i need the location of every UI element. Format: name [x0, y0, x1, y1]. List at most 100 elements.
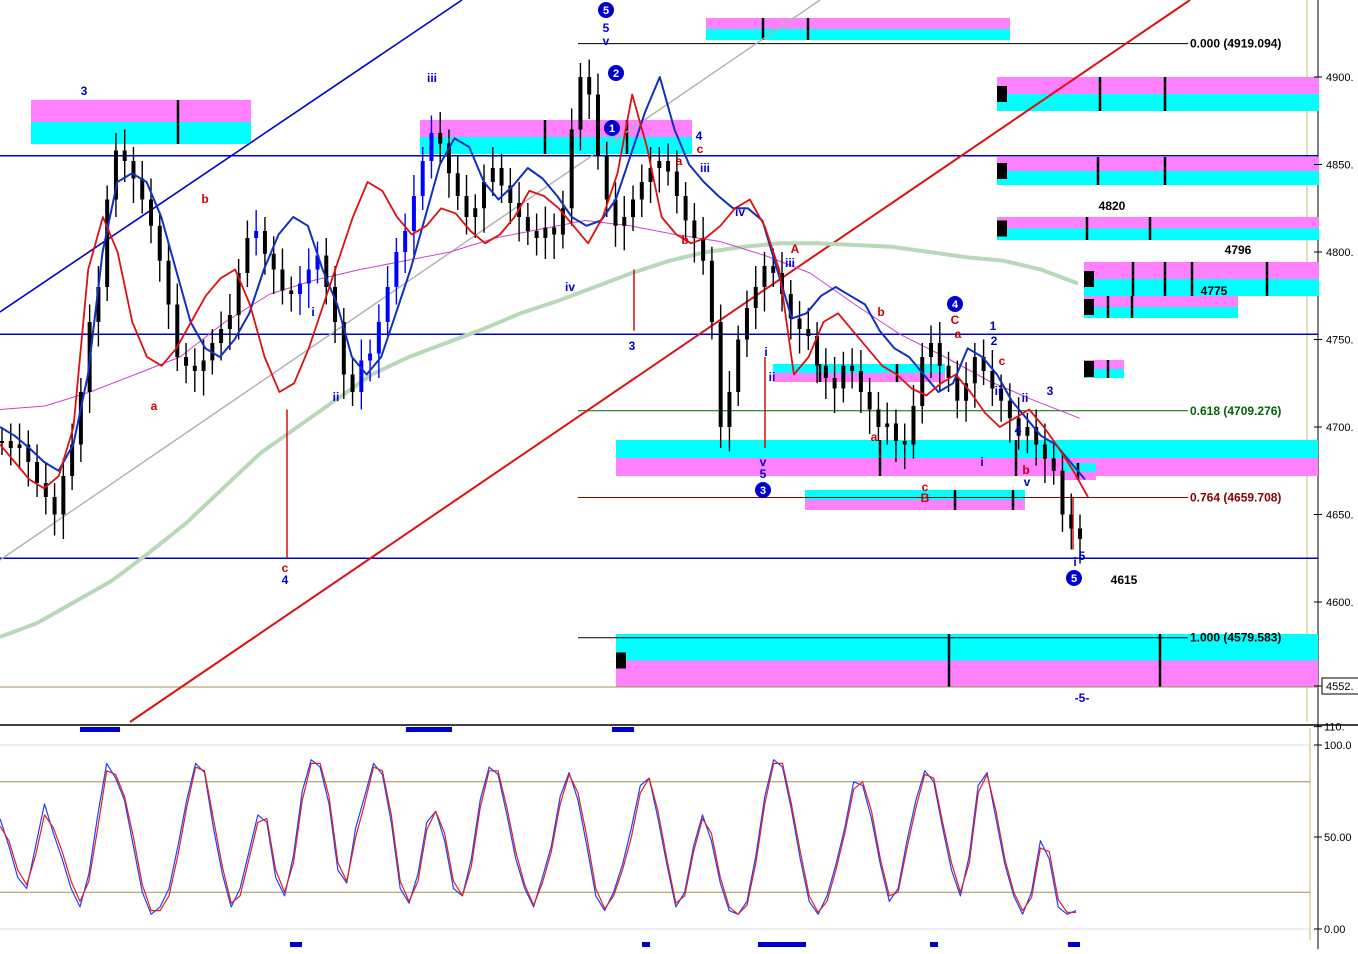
- zone-band-bottom: [805, 500, 1025, 510]
- wave-label: a: [676, 154, 683, 168]
- fib-label: 0.764 (4659.708): [1190, 491, 1281, 505]
- price-tick-label: 4750.: [1326, 335, 1354, 347]
- price-bar-body: [455, 173, 460, 196]
- price-tick-label: 4800.: [1326, 247, 1354, 259]
- elliott-wave-chart: 0.000 (4919.094) 0.618 (4709.276) 0.764 (4…: [0, 0, 1358, 949]
- price-bar-body: [1078, 528, 1082, 539]
- wave-label: 2: [991, 334, 998, 348]
- stoch-tick-label: 100.0: [1324, 740, 1352, 752]
- price-bar-body: [385, 287, 390, 322]
- price-bar-body: [219, 329, 224, 343]
- wave-label: b: [201, 192, 208, 206]
- wave-label: iii: [427, 71, 437, 85]
- price-bar-body: [245, 238, 250, 273]
- price-bar-body: [429, 133, 434, 161]
- price-bar-body: [368, 353, 373, 361]
- price-bar-body: [148, 199, 153, 226]
- wave-label: b: [681, 233, 688, 247]
- wave-label: 4: [1015, 423, 1022, 437]
- zone-band-top: [805, 490, 1025, 500]
- price-bar-body: [1025, 427, 1030, 436]
- level-label: 4820: [1099, 199, 1126, 213]
- zone-band-bottom: [616, 458, 1318, 476]
- wave-label: 3: [629, 339, 636, 353]
- price-bar-body: [955, 378, 960, 401]
- zone-band-bottom: [31, 122, 251, 144]
- wave-label: ii: [995, 384, 1002, 398]
- price-bar-body: [227, 315, 232, 329]
- wave-label: -5-: [1075, 691, 1090, 705]
- price-bar-body: [762, 266, 767, 287]
- price-bar-body: [61, 476, 66, 515]
- period-marker: [642, 942, 650, 947]
- price-bar-body: [464, 196, 469, 217]
- price-bar-body: [753, 287, 758, 308]
- wave-label: iv: [565, 280, 575, 294]
- price-bar-body: [1060, 470, 1065, 515]
- wave-label: 5: [603, 21, 610, 35]
- zone-marker: [1084, 361, 1094, 377]
- price-bar-body: [666, 161, 671, 172]
- wave-label: i: [311, 305, 314, 319]
- price-bar-body: [525, 217, 530, 231]
- zone-band-top: [420, 120, 692, 137]
- wave-label: 5: [1079, 549, 1086, 563]
- zone-marker: [997, 220, 1007, 237]
- price-bar-body: [473, 208, 478, 217]
- price-bar-body: [937, 343, 942, 366]
- price-bar-body: [885, 423, 890, 427]
- price-bar-body: [727, 392, 732, 427]
- wave-label: 3: [81, 84, 88, 98]
- price-bar-body: [893, 423, 898, 441]
- level-label: 4775: [1201, 284, 1228, 298]
- circled-wave-label: 5: [603, 5, 609, 17]
- price-bar-body: [569, 129, 574, 209]
- price-bar-body: [595, 94, 600, 156]
- price-tick-label: 4850.: [1326, 160, 1354, 172]
- level-label: 4796: [1225, 243, 1252, 257]
- price-bar-body: [806, 329, 811, 336]
- price-bar-body: [1042, 444, 1047, 459]
- price-bar-body: [534, 231, 539, 238]
- price-bar-body: [718, 322, 723, 427]
- stoch-tick-label: 0.00: [1324, 924, 1345, 936]
- zone-band-bottom: [997, 171, 1319, 185]
- price-tick-label: 4700.: [1326, 422, 1354, 434]
- price-bar-body: [911, 406, 916, 445]
- price-bar-body: [858, 371, 863, 392]
- price-bar-body: [490, 168, 495, 182]
- fib-label: 1.000 (4579.583): [1190, 631, 1281, 645]
- stoch-tick-label: 110.: [1324, 722, 1345, 734]
- price-bar-body: [797, 318, 802, 329]
- wave-label: i: [764, 345, 767, 359]
- wave-label: v: [1024, 475, 1031, 489]
- price-bar-body: [201, 360, 206, 371]
- price-bar-body: [1007, 400, 1012, 419]
- price-bar-body: [482, 182, 487, 209]
- wave-label: i: [1073, 555, 1076, 569]
- price-bar-body: [701, 238, 706, 261]
- wave-label: B: [921, 491, 930, 505]
- price-tick-label: 4552.: [1326, 681, 1354, 693]
- wave-label: 4: [282, 573, 289, 587]
- zone-marker: [1084, 299, 1094, 315]
- price-bar-body: [271, 253, 276, 270]
- price-bar-body: [420, 161, 425, 196]
- price-bar-body: [867, 392, 872, 410]
- price-bar-body: [902, 441, 907, 445]
- price-bar-body: [140, 178, 145, 200]
- price-bar-body: [771, 266, 776, 273]
- wave-label: C: [951, 313, 960, 327]
- price-bar-body: [736, 339, 741, 392]
- circled-wave-label: 2: [613, 68, 619, 80]
- price-bar-body: [552, 227, 557, 235]
- wave-label: 5: [760, 467, 767, 481]
- price-tick-label: 4900.: [1326, 72, 1354, 84]
- wave-label: a: [955, 327, 962, 341]
- price-bar-body: [823, 365, 828, 378]
- price-bar-body: [122, 150, 127, 161]
- price-bar-body: [946, 365, 951, 378]
- price-bar-body: [297, 283, 302, 294]
- price-bar-body: [289, 290, 294, 294]
- price-bar-body: [52, 497, 57, 515]
